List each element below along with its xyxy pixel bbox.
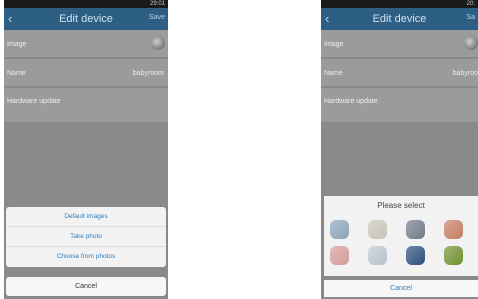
take-photo-option[interactable]: Take photo [6,227,166,247]
top-bar: ‹ Edit device Sa [321,8,478,30]
image-label: Image [7,41,27,48]
hardware-update-label: Hardware update [324,98,378,105]
image-picker-sheet: Please select [324,196,478,276]
phone-screen-right: 20: ‹ Edit device Sa Image Name babyroo … [321,0,478,299]
name-value: babyroo [452,70,478,77]
device-image-thumbnail[interactable] [151,36,165,50]
phone-screen-left: 29:01 ‹ Edit device Save Image Name baby… [4,0,168,299]
status-time: 29:01 [149,1,165,7]
hardware-update-row[interactable]: Hardware update [321,88,478,123]
image-row[interactable]: Image [4,30,168,58]
choose-from-photos-option[interactable]: Choose from photos [6,247,166,267]
bathroom-image-icon[interactable] [368,220,387,239]
name-row[interactable]: Name babyroo [321,59,478,87]
name-label: Name [7,70,26,77]
save-button[interactable]: Save [149,14,165,21]
babyroom-image-icon[interactable] [330,246,349,265]
car-image-icon[interactable] [406,246,425,265]
image-label: Image [324,41,344,48]
name-value: babyroom [132,70,164,77]
cancel-button[interactable]: Cancel [6,277,166,296]
status-bar: 20: [321,0,478,8]
image-row[interactable]: Image [321,30,478,58]
status-bar: 29:01 [4,0,168,8]
status-time: 20: [466,1,475,7]
garden-image-icon[interactable] [444,246,463,265]
hardware-update-label: Hardware update [7,98,61,105]
page-title: Edit device [59,13,113,25]
save-button[interactable]: Sa [466,14,475,21]
device-image-thumbnail[interactable] [464,36,478,50]
name-label: Name [324,70,343,77]
picker-title: Please select [377,201,425,210]
bedroom-image-icon[interactable] [330,220,349,239]
name-row[interactable]: Name babyroom [4,59,168,87]
livingroom-image-icon[interactable] [368,246,387,265]
image-source-sheet: Default images Take photo Choose from ph… [6,207,166,267]
hardware-update-row[interactable]: Hardware update [4,88,168,123]
kitchen-image-icon[interactable] [444,220,463,239]
default-images-option[interactable]: Default images [6,207,166,227]
bedroom2-image-icon[interactable] [406,220,425,239]
page-title: Edit device [372,13,427,25]
cancel-button[interactable]: Cancel [324,280,478,297]
top-bar: ‹ Edit device Save [4,8,168,30]
